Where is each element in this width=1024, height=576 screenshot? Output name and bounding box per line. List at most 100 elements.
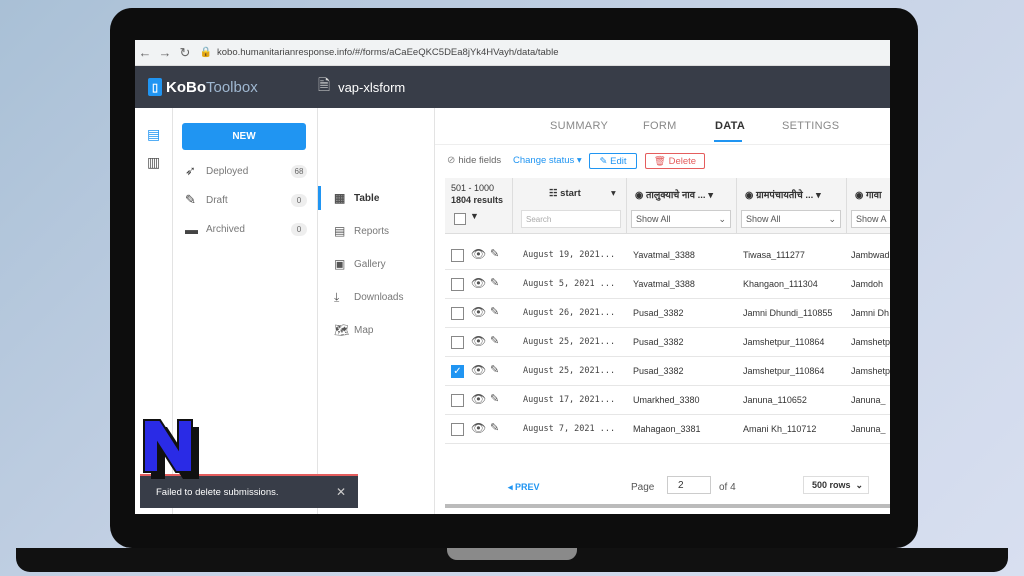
cell-village: Jamni Dh	[851, 308, 890, 318]
edit-pencil-icon[interactable]: ✎	[490, 392, 499, 405]
edit-pencil-icon[interactable]: ✎	[490, 247, 499, 260]
tab-data[interactable]: DATA	[715, 120, 745, 132]
taluka-filter-select[interactable]: Show All ⌄	[631, 210, 731, 228]
table-row[interactable]: 👁 ✎ August 25, 2021... Pusad_3382 Jamshetpur…	[445, 328, 890, 357]
row-checkbox[interactable]: ✓	[451, 365, 464, 378]
cell-village: Jamshetp	[851, 366, 890, 376]
table-row[interactable]: ✓ 👁 ✎ August 25, 2021... Pusad_3382 Jamshetpu…	[445, 357, 890, 386]
view-eye-icon[interactable]: 👁	[471, 276, 486, 290]
sidebar-item-archived[interactable]: ▬ Archived 0	[185, 219, 307, 239]
archive-icon: ▬	[185, 221, 198, 237]
row-checkbox[interactable]	[451, 307, 464, 320]
cell-start: August 17, 2021...	[523, 395, 616, 405]
reload-icon[interactable]: ↻	[175, 45, 195, 61]
view-eye-icon[interactable]: 👁	[471, 363, 486, 377]
page-number-input[interactable]: 2	[667, 476, 711, 494]
reports-icon: ▤	[334, 224, 346, 238]
cell-taluka: Mahagaon_3381	[633, 424, 701, 434]
rows-per-page-select[interactable]: 500 rows ⌄	[803, 476, 869, 494]
active-tab-indicator	[714, 140, 742, 142]
table-row[interactable]: 👁 ✎ August 19, 2021... Yavatmal_3388 Tiwasa_…	[445, 241, 890, 270]
table-toolbar: ⊘ hide fields Change status ▾ ✎ Edit 🗑 D…	[435, 144, 890, 176]
view-eye-icon[interactable]: 👁	[471, 392, 486, 406]
count-badge: 0	[291, 193, 307, 207]
cell-gram-panchayat: Jamshetpur_110864	[743, 366, 825, 376]
sidebar-item-deployed[interactable]: ➶ Deployed 68	[185, 161, 307, 181]
tab-form[interactable]: FORM	[643, 120, 677, 132]
download-icon: ⤓	[334, 289, 340, 304]
change-status-dropdown[interactable]: Change status ▾	[513, 155, 582, 166]
edit-pencil-icon[interactable]: ✎	[490, 305, 499, 318]
eye-slash-icon: ⊘	[447, 155, 456, 166]
village-filter-select[interactable]: Show A	[851, 210, 890, 228]
pencil-icon: ✎	[599, 155, 611, 167]
view-eye-icon[interactable]: 👁	[471, 247, 486, 261]
table-header: 501 - 1000 1804 results ▼ ☷ start ▾ Sear…	[445, 178, 890, 234]
cell-village: Jambwadi	[851, 250, 890, 260]
edit-button[interactable]: ✎ Edit	[589, 153, 637, 169]
question-icon: ◉	[745, 190, 756, 201]
prev-button[interactable]: ◂ PREV	[508, 482, 540, 493]
new-button[interactable]: NEW	[182, 123, 306, 150]
start-search-input[interactable]: Search	[521, 210, 621, 228]
select-all-checkbox[interactable]	[454, 213, 466, 225]
gp-filter-select[interactable]: Show All ⌄	[741, 210, 841, 228]
column-menu-icon[interactable]: ▾	[611, 188, 616, 199]
column-village[interactable]: ◉ गावा Show A	[847, 178, 890, 234]
row-checkbox[interactable]	[451, 278, 464, 291]
row-checkbox[interactable]	[451, 249, 464, 262]
forward-icon[interactable]: →	[155, 45, 175, 60]
edit-pencil-icon[interactable]: ✎	[490, 363, 499, 376]
address-bar[interactable]: kobo.humanitarianresponse.info/#/forms/a…	[217, 47, 559, 58]
table-row[interactable]: 👁 ✎ August 17, 2021... Umarkhed_3380 Januna_…	[445, 386, 890, 415]
table-row[interactable]: 👁 ✎ August 7, 2021 ... Mahagaon_3381 Amani K…	[445, 415, 890, 444]
forms-icon[interactable]: ▤	[147, 126, 163, 142]
column-gram-panchayat[interactable]: ◉ ग्रामपंचायतीचे ... ▾ Show All ⌄	[737, 178, 847, 234]
subnav-gallery[interactable]: ▣ Gallery	[318, 252, 435, 276]
filter-caret-icon[interactable]: ▼	[470, 211, 479, 221]
count-badge: 68	[291, 164, 307, 178]
cell-taluka: Yavatmal_3388	[633, 250, 695, 260]
page-total: of 4	[719, 482, 736, 493]
question-icon: ◉	[635, 190, 646, 201]
kobo-logo[interactable]: ▯ KoBoToolbox	[148, 78, 318, 96]
edit-pencil-icon[interactable]: ✎	[490, 276, 499, 289]
row-checkbox[interactable]	[451, 423, 464, 436]
subnav-map[interactable]: 🗺 Map	[318, 318, 435, 342]
horizontal-scrollbar[interactable]	[445, 504, 890, 508]
view-eye-icon[interactable]: 👁	[471, 421, 486, 435]
row-checkbox[interactable]	[451, 394, 464, 407]
subnav-table[interactable]: ▦ Table	[318, 186, 435, 210]
row-checkbox[interactable]	[451, 336, 464, 349]
close-icon[interactable]: ✕	[336, 485, 346, 499]
view-eye-icon[interactable]: 👁	[471, 334, 486, 348]
tab-summary[interactable]: SUMMARY	[550, 120, 608, 132]
column-start[interactable]: ☷ start ▾ Search	[513, 178, 627, 234]
delete-button[interactable]: 🗑 Delete	[645, 153, 705, 169]
column-taluka[interactable]: ◉ तालुक्याचे नाव ... ▾ Show All ⌄	[627, 178, 737, 234]
hide-fields-button[interactable]: ⊘ hide fields	[447, 155, 501, 166]
cell-start: August 25, 2021...	[523, 337, 616, 347]
cell-taluka: Yavatmal_3388	[633, 279, 695, 289]
subnav-reports[interactable]: ▤ Reports	[318, 219, 435, 243]
library-icon[interactable]: ▥	[147, 154, 163, 170]
sidebar-item-draft[interactable]: ✎ Draft 0	[185, 190, 307, 210]
tab-settings[interactable]: SETTINGS	[782, 120, 839, 132]
header-selection-cell: 501 - 1000 1804 results ▼	[445, 178, 513, 234]
cell-village: Januna_	[851, 395, 886, 405]
chevron-down-icon: ⌄	[718, 213, 726, 224]
subnav-downloads[interactable]: ⤓ Downloads	[318, 285, 435, 309]
edit-pencil-icon[interactable]: ✎	[490, 334, 499, 347]
cell-gram-panchayat: Januna_110652	[743, 395, 807, 405]
back-icon[interactable]: ←	[135, 45, 155, 60]
cell-taluka: Umarkhed_3380	[633, 395, 700, 405]
trash-icon: 🗑	[653, 155, 669, 167]
table-row[interactable]: 👁 ✎ August 26, 2021... Pusad_3382 Jamni Dhun…	[445, 299, 890, 328]
cell-start: August 5, 2021 ...	[523, 279, 616, 289]
view-eye-icon[interactable]: 👁	[471, 305, 486, 319]
column-icon: ☷	[549, 188, 561, 199]
data-table: 501 - 1000 1804 results ▼ ☷ start ▾ Sear…	[445, 178, 890, 508]
cell-village: Jamdoh	[851, 279, 884, 289]
edit-pencil-icon[interactable]: ✎	[490, 421, 499, 434]
table-row[interactable]: 👁 ✎ August 5, 2021 ... Yavatmal_3388 Khangao…	[445, 270, 890, 299]
